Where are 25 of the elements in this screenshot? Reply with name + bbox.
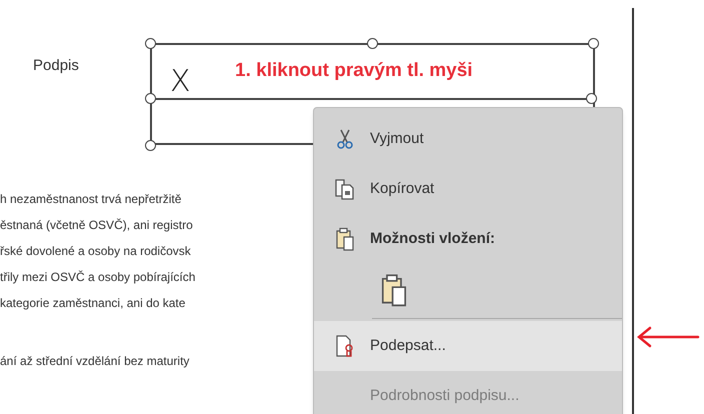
paragraph-line: kategorie zaměstnanci, ani do kate	[0, 295, 186, 312]
paragraph-line: ěstnaná (včetně OSVČ), ani registro	[0, 217, 193, 234]
arrow-drawing	[636, 326, 700, 348]
resize-handle[interactable]	[145, 93, 156, 104]
document-lock-icon	[335, 334, 355, 358]
resize-handle[interactable]	[367, 38, 378, 49]
paragraph-line: třily mezi OSVČ a osoby pobírajících	[0, 269, 196, 286]
paragraph-line: h nezaměstnanost trvá nepřetržitě	[0, 191, 182, 208]
paragraph-line: řské dovolené a osoby na rodičovsk	[0, 243, 191, 260]
clipboard-icon	[335, 227, 355, 251]
signature-x-mark: X	[170, 67, 191, 97]
signature-label: Podpis	[33, 56, 80, 76]
paste-option-icon[interactable]	[380, 272, 408, 308]
resize-handle[interactable]	[588, 38, 599, 49]
menu-item[interactable]: Vyjmout	[314, 114, 622, 164]
instruction-text: 1. kliknout pravým tl. myši	[235, 59, 473, 83]
menu-section-header: Možnosti vložení:	[370, 228, 495, 249]
menu-item[interactable]: Kopírovat	[314, 164, 622, 214]
resize-handle[interactable]	[586, 93, 597, 104]
scissors-icon	[336, 128, 354, 150]
paragraph-line: ání až střední vzdělání bez maturity	[0, 353, 190, 370]
resize-handle[interactable]	[145, 140, 156, 151]
menu-item[interactable]: Podepsat...	[314, 321, 622, 371]
resize-handle[interactable]	[145, 38, 156, 49]
copy-icon	[334, 178, 356, 200]
